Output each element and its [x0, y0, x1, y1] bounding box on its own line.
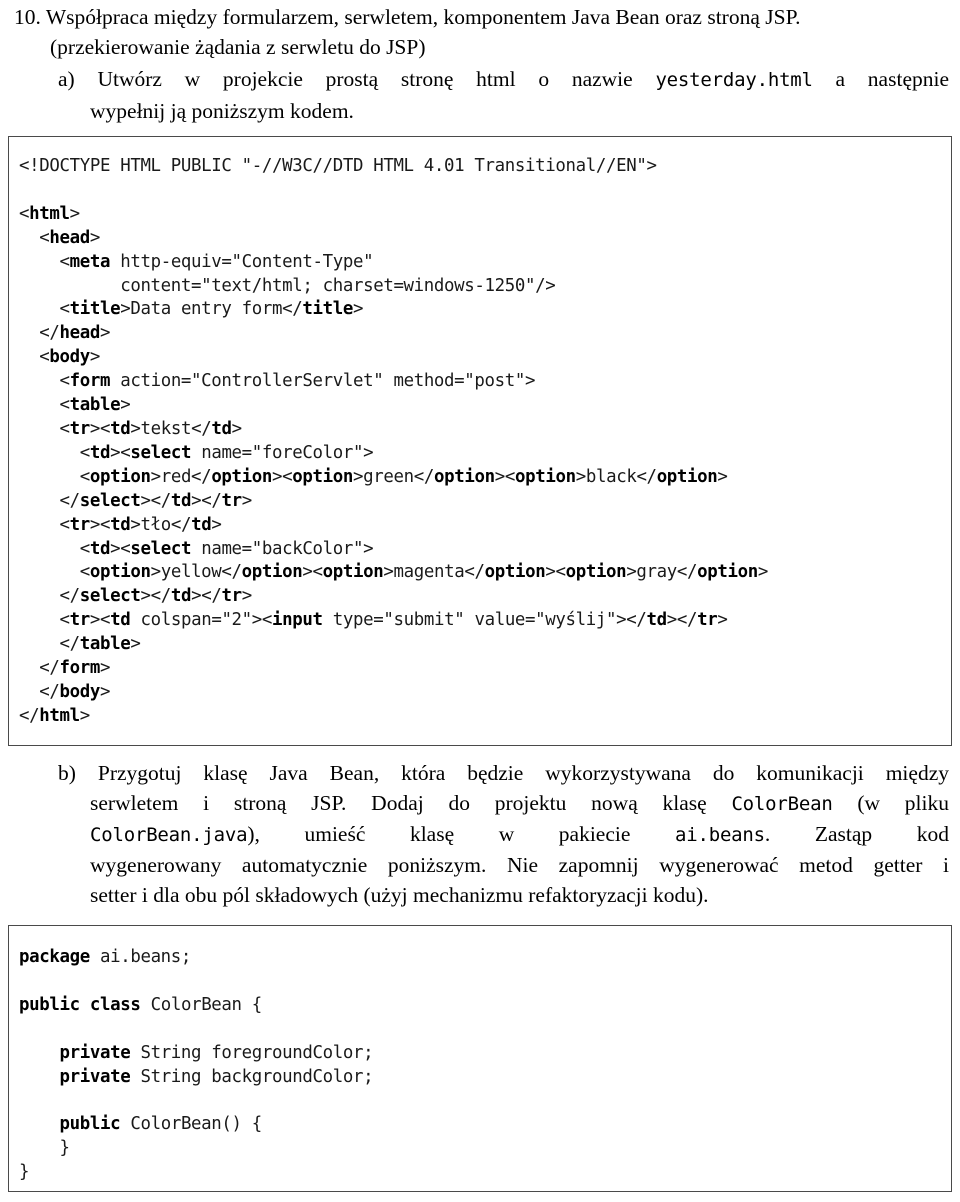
task-b-line3-text-b: . Zastąp kod	[764, 822, 949, 846]
document-page: 10. Współpraca między formularzem, serwl…	[0, 0, 960, 1202]
heading-line1: Współpraca między formularzem, serwletem…	[45, 5, 801, 29]
task-a-marker: a)	[58, 67, 75, 91]
page-heading: 10. Współpraca między formularzem, serwl…	[14, 2, 949, 62]
heading-number: 10.	[14, 5, 41, 29]
task-b-paragraph: b) Przygotuj klasę Java Bean, która będz…	[58, 758, 949, 910]
task-a-text-after: a następnie	[812, 67, 949, 91]
task-b-line2-text-a: serwletem i stroną JSP. Dodaj do projekt…	[90, 791, 732, 815]
task-a-paragraph: a) Utwórz w projekcie prostą stronę html…	[58, 64, 949, 127]
task-b-package-code: ai.beans	[674, 824, 765, 846]
task-b-marker: b)	[58, 761, 76, 785]
task-b-filename-code: ColorBean.java	[90, 824, 248, 846]
task-b-line5: setter i dla obu pól składowych (użyj me…	[90, 883, 709, 907]
task-b-line1-text: Przygotuj klasę Java Bean, która będzie …	[97, 761, 949, 785]
task-a-filename-code: yesterday.html	[655, 69, 813, 91]
task-b-line1: b) Przygotuj klasę Java Bean, która będz…	[58, 758, 949, 788]
task-a-line2: wypełnij ją poniższym kodem.	[90, 99, 354, 123]
java-code-listing: package ai.beans; public class ColorBean…	[19, 947, 374, 1183]
task-b-line3: ColorBean.java), umieść klasę w pakiecie…	[58, 819, 949, 850]
task-b-line2-text-b: (w pliku	[832, 791, 949, 815]
heading-line2: (przekierowanie żądania z serwletu do JS…	[50, 35, 426, 59]
html-code-listing-box: <!DOCTYPE HTML PUBLIC "-//W3C//DTD HTML …	[8, 136, 952, 746]
task-b-line4: wygenerowany automatycznie poniższym. Ni…	[90, 853, 949, 877]
task-b-line3-text-a: ), umieść klasę w pakiecie	[247, 822, 675, 846]
task-b-line2: serwletem i stroną JSP. Dodaj do projekt…	[58, 788, 949, 819]
task-b-classname-code: ColorBean	[731, 793, 833, 815]
html-code-listing: <!DOCTYPE HTML PUBLIC "-//W3C//DTD HTML …	[19, 156, 769, 726]
task-a-text-before: Utwórz w projekcie prostą stronę html o …	[97, 67, 656, 91]
java-code-listing-box: package ai.beans; public class ColorBean…	[8, 925, 952, 1192]
task-a-line1: a) Utwórz w projekcie prostą stronę html…	[58, 64, 949, 96]
